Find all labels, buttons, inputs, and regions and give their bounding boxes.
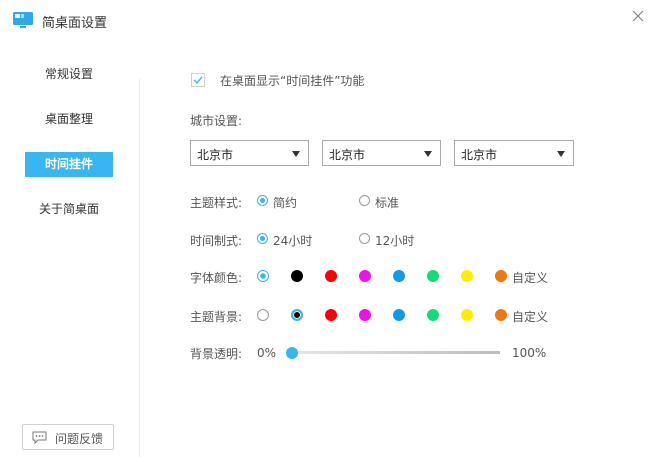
font-color-swatch-7[interactable] <box>495 270 507 282</box>
dropdown-arrow-icon <box>424 151 432 157</box>
theme-bg-swatch-1[interactable] <box>291 309 303 321</box>
sidebar-item-time-widget[interactable]: 时间挂件 <box>25 152 113 177</box>
city-value: 北京市 <box>329 148 366 162</box>
close-icon[interactable] <box>628 6 648 26</box>
sidebar-item-general[interactable]: 常规设置 <box>25 62 113 87</box>
sidebar-item-about[interactable]: 关于简桌面 <box>25 197 113 222</box>
font-color-custom-label[interactable]: 自定义 <box>512 269 548 286</box>
theme-style-simple-label: 简约 <box>273 196 298 210</box>
city-select[interactable]: 北京市 <box>322 140 441 166</box>
theme-bg-swatch-6[interactable] <box>461 309 473 321</box>
time-format-24h-radio[interactable] <box>257 233 268 244</box>
enable-widget-checkbox[interactable] <box>191 73 205 87</box>
theme-bg-swatch-7[interactable] <box>495 309 507 321</box>
bg-opacity-max-label: 100% <box>512 346 547 360</box>
font-color-swatch-6[interactable] <box>461 270 473 282</box>
theme-bg-swatch-3[interactable] <box>359 309 371 321</box>
dropdown-arrow-icon <box>557 151 565 157</box>
bg-opacity-min-label: 0% <box>257 346 277 360</box>
time-format-24h-label: 24小时 <box>273 234 313 248</box>
theme-style-simple-radio[interactable] <box>257 195 268 206</box>
app-monitor-icon <box>13 12 33 28</box>
font-color-label: 字体颜色: <box>190 271 243 285</box>
font-color-swatch-5[interactable] <box>427 270 439 282</box>
font-color-swatch-2[interactable] <box>325 270 337 282</box>
theme-bg-swatch-4[interactable] <box>393 309 405 321</box>
theme-bg-custom-label[interactable]: 自定义 <box>512 308 548 325</box>
theme-style-standard-label: 标准 <box>375 196 400 210</box>
district-value: 北京市 <box>461 148 498 162</box>
theme-style-label: 主题样式: <box>190 196 243 210</box>
province-value: 北京市 <box>197 148 234 162</box>
feedback-label: 问题反馈 <box>55 432 104 446</box>
theme-bg-swatch-2[interactable] <box>325 309 337 321</box>
window-title: 简桌面设置 <box>42 16 108 31</box>
district-select[interactable]: 北京市 <box>454 140 574 166</box>
bg-opacity-slider-track[interactable] <box>292 351 500 354</box>
province-select[interactable]: 北京市 <box>190 140 309 166</box>
bg-opacity-label: 背景透明: <box>190 347 243 361</box>
feedback-button[interactable]: 问题反馈 <box>22 424 114 450</box>
bg-opacity-slider-handle[interactable] <box>286 347 298 359</box>
sidebar-item-desktop-organize[interactable]: 桌面整理 <box>25 107 113 132</box>
theme-bg-swatch-5[interactable] <box>427 309 439 321</box>
font-color-swatch-0[interactable] <box>257 270 269 282</box>
theme-bg-label: 主题背景: <box>190 310 243 324</box>
font-color-swatch-4[interactable] <box>393 270 405 282</box>
theme-bg-swatch-0[interactable] <box>257 309 269 321</box>
check-icon <box>193 76 203 85</box>
theme-style-standard-radio[interactable] <box>359 195 370 206</box>
time-format-12h-label: 12小时 <box>375 234 415 248</box>
time-format-label: 时间制式: <box>190 234 243 248</box>
enable-widget-label: 在桌面显示“时间挂件”功能 <box>220 74 365 88</box>
dropdown-arrow-icon <box>292 151 300 157</box>
chat-bubble-icon <box>32 431 47 444</box>
time-format-12h-radio[interactable] <box>359 233 370 244</box>
font-color-swatch-1[interactable] <box>291 270 303 282</box>
sidebar-divider <box>139 78 140 457</box>
city-label: 城市设置: <box>190 114 243 128</box>
font-color-swatch-3[interactable] <box>359 270 371 282</box>
